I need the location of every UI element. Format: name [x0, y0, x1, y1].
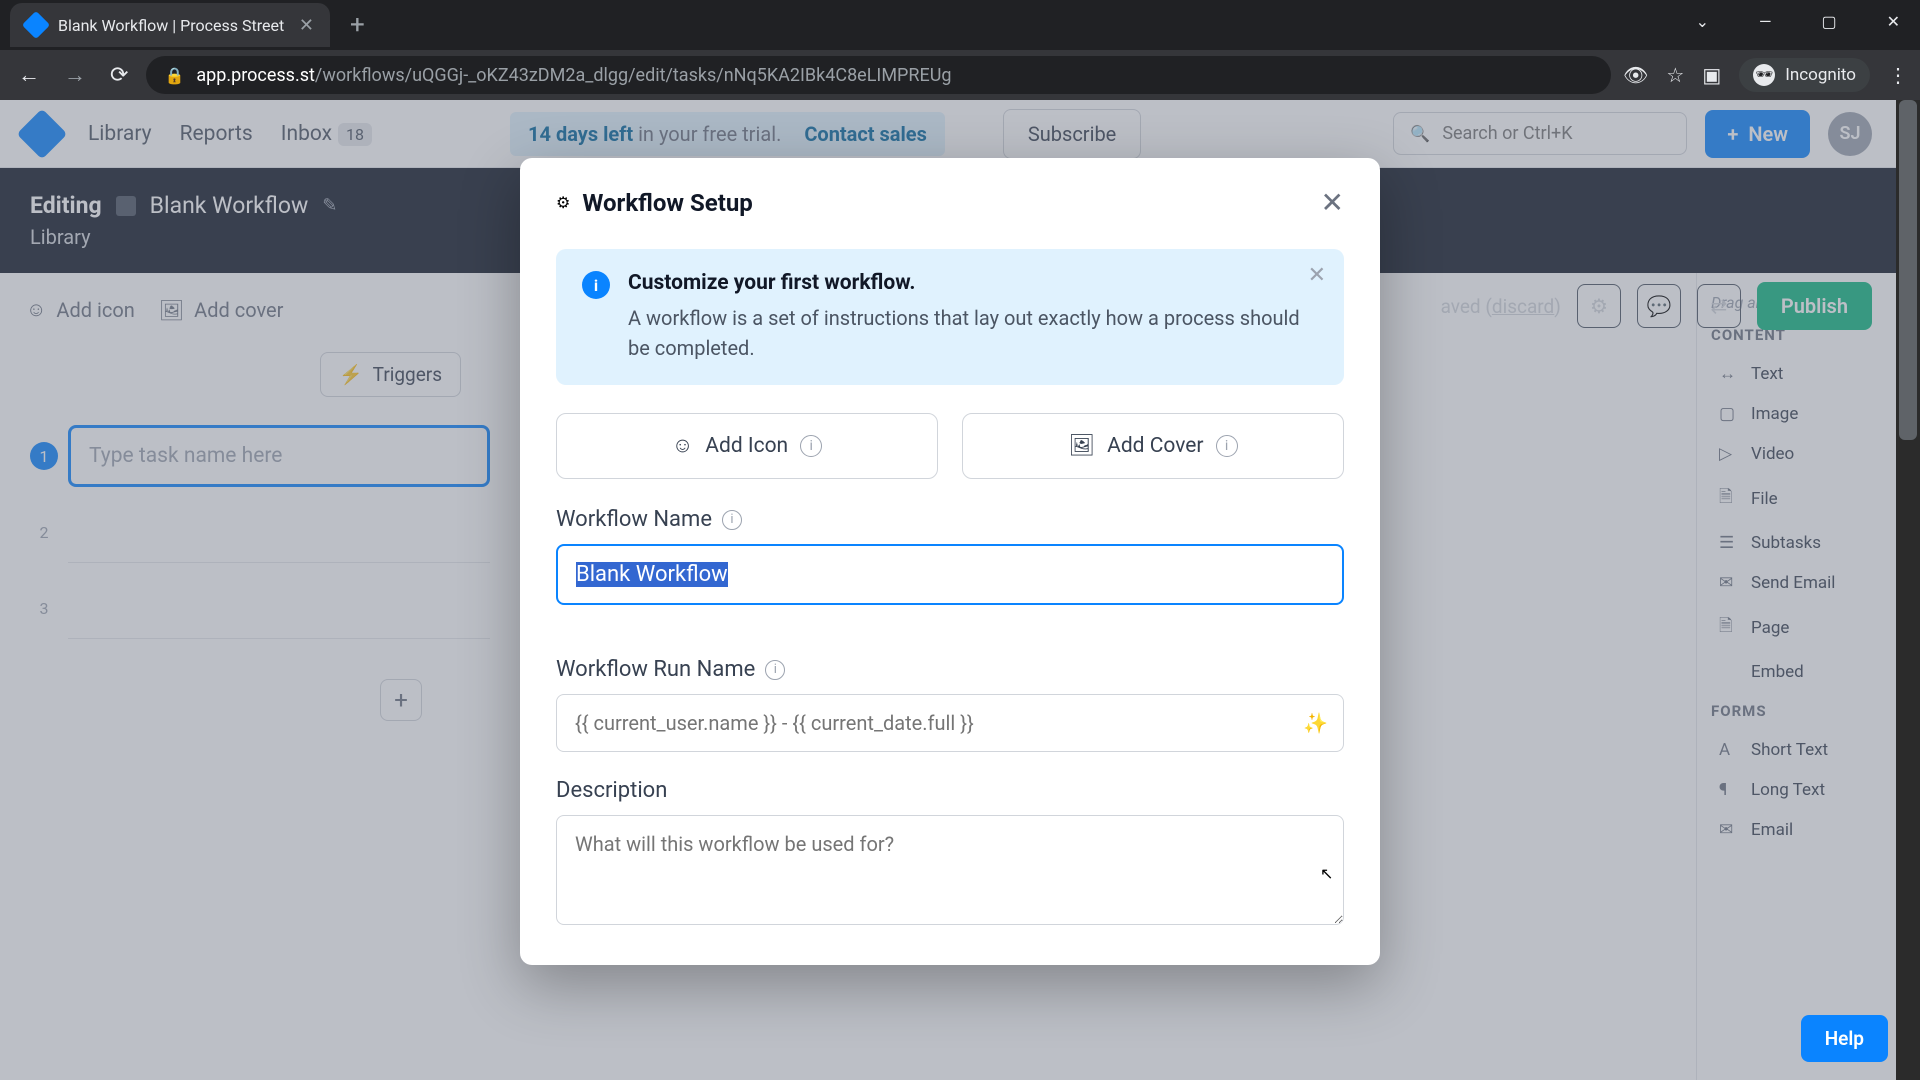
browser-chrome: Blank Workflow | Process Street ✕ + ⌄ — … — [0, 0, 1920, 100]
tab-bar: Blank Workflow | Process Street ✕ + ⌄ — … — [0, 0, 1920, 50]
close-icon[interactable]: ✕ — [299, 15, 314, 36]
add-icon-button[interactable]: ☺Add Iconi — [556, 413, 938, 479]
gear-icon: ⚙ — [556, 193, 570, 212]
info-title: Customize your first workflow. — [628, 271, 1318, 295]
description-textarea[interactable] — [556, 815, 1344, 925]
scrollbar-thumb[interactable] — [1899, 100, 1917, 440]
info-desc: A workflow is a set of instructions that… — [628, 303, 1318, 363]
incognito-icon: 🕶 — [1753, 64, 1775, 86]
favicon-icon — [22, 11, 50, 39]
close-icon[interactable]: ✕ — [1308, 263, 1326, 288]
description-label: Description — [556, 778, 1344, 803]
new-tab-button[interactable]: + — [350, 10, 365, 40]
workflow-name-input[interactable] — [556, 544, 1344, 605]
tabs-dropdown-icon[interactable]: ⌄ — [1686, 8, 1719, 35]
image-icon: 🖼 — [1068, 434, 1095, 458]
modal-title: Workflow Setup — [582, 189, 752, 217]
url-right-icons: 👁 ☆ ▣ 🕶 Incognito ⋮ — [1623, 58, 1908, 92]
incognito-badge[interactable]: 🕶 Incognito — [1739, 58, 1870, 92]
workflow-setup-modal: ⚙ Workflow Setup ✕ i Customize your firs… — [520, 158, 1380, 965]
scrollbar[interactable] — [1896, 100, 1920, 1080]
maximize-icon[interactable]: ▢ — [1811, 8, 1846, 35]
emoji-icon: ☺ — [672, 434, 693, 458]
close-icon[interactable]: ✕ — [1321, 186, 1344, 219]
workflow-run-name-input[interactable] — [556, 694, 1344, 752]
browser-menu-icon[interactable]: ⋮ — [1888, 63, 1908, 87]
help-icon[interactable]: i — [800, 435, 822, 457]
help-icon[interactable]: i — [1216, 435, 1238, 457]
tab-title: Blank Workflow | Process Street — [58, 16, 287, 35]
minimize-icon[interactable]: — — [1749, 8, 1782, 35]
add-cover-button[interactable]: 🖼Add Coveri — [962, 413, 1344, 479]
url-bar: ← → ⟳ 🔒 app.process.st/workflows/uQGGj-_… — [0, 50, 1920, 100]
help-icon[interactable]: i — [765, 660, 785, 680]
window-controls: ⌄ — ▢ ✕ — [1686, 8, 1910, 35]
magic-wand-icon[interactable]: ✨ — [1303, 711, 1328, 735]
help-icon[interactable]: i — [722, 510, 742, 530]
info-icon: i — [582, 271, 610, 299]
address-bar[interactable]: 🔒 app.process.st/workflows/uQGGj-_oKZ43z… — [146, 56, 1611, 94]
bookmark-icon[interactable]: ☆ — [1666, 63, 1684, 87]
browser-tab[interactable]: Blank Workflow | Process Street ✕ — [10, 3, 330, 47]
info-box: i Customize your first workflow. A workf… — [556, 249, 1344, 385]
back-button[interactable]: ← — [12, 56, 46, 94]
close-window-icon[interactable]: ✕ — [1877, 8, 1910, 35]
reload-button[interactable]: ⟳ — [104, 57, 134, 94]
workflow-name-label: Workflow Namei — [556, 507, 1344, 532]
forward-button[interactable]: → — [58, 56, 92, 94]
url-text: app.process.st/workflows/uQGGj-_oKZ43zDM… — [196, 65, 951, 86]
workflow-run-name-label: Workflow Run Namei — [556, 657, 1344, 682]
extensions-icon[interactable]: ▣ — [1702, 63, 1721, 87]
help-button[interactable]: Help — [1801, 1015, 1888, 1062]
eye-off-icon[interactable]: 👁 — [1623, 63, 1648, 87]
lock-icon: 🔒 — [164, 66, 184, 85]
